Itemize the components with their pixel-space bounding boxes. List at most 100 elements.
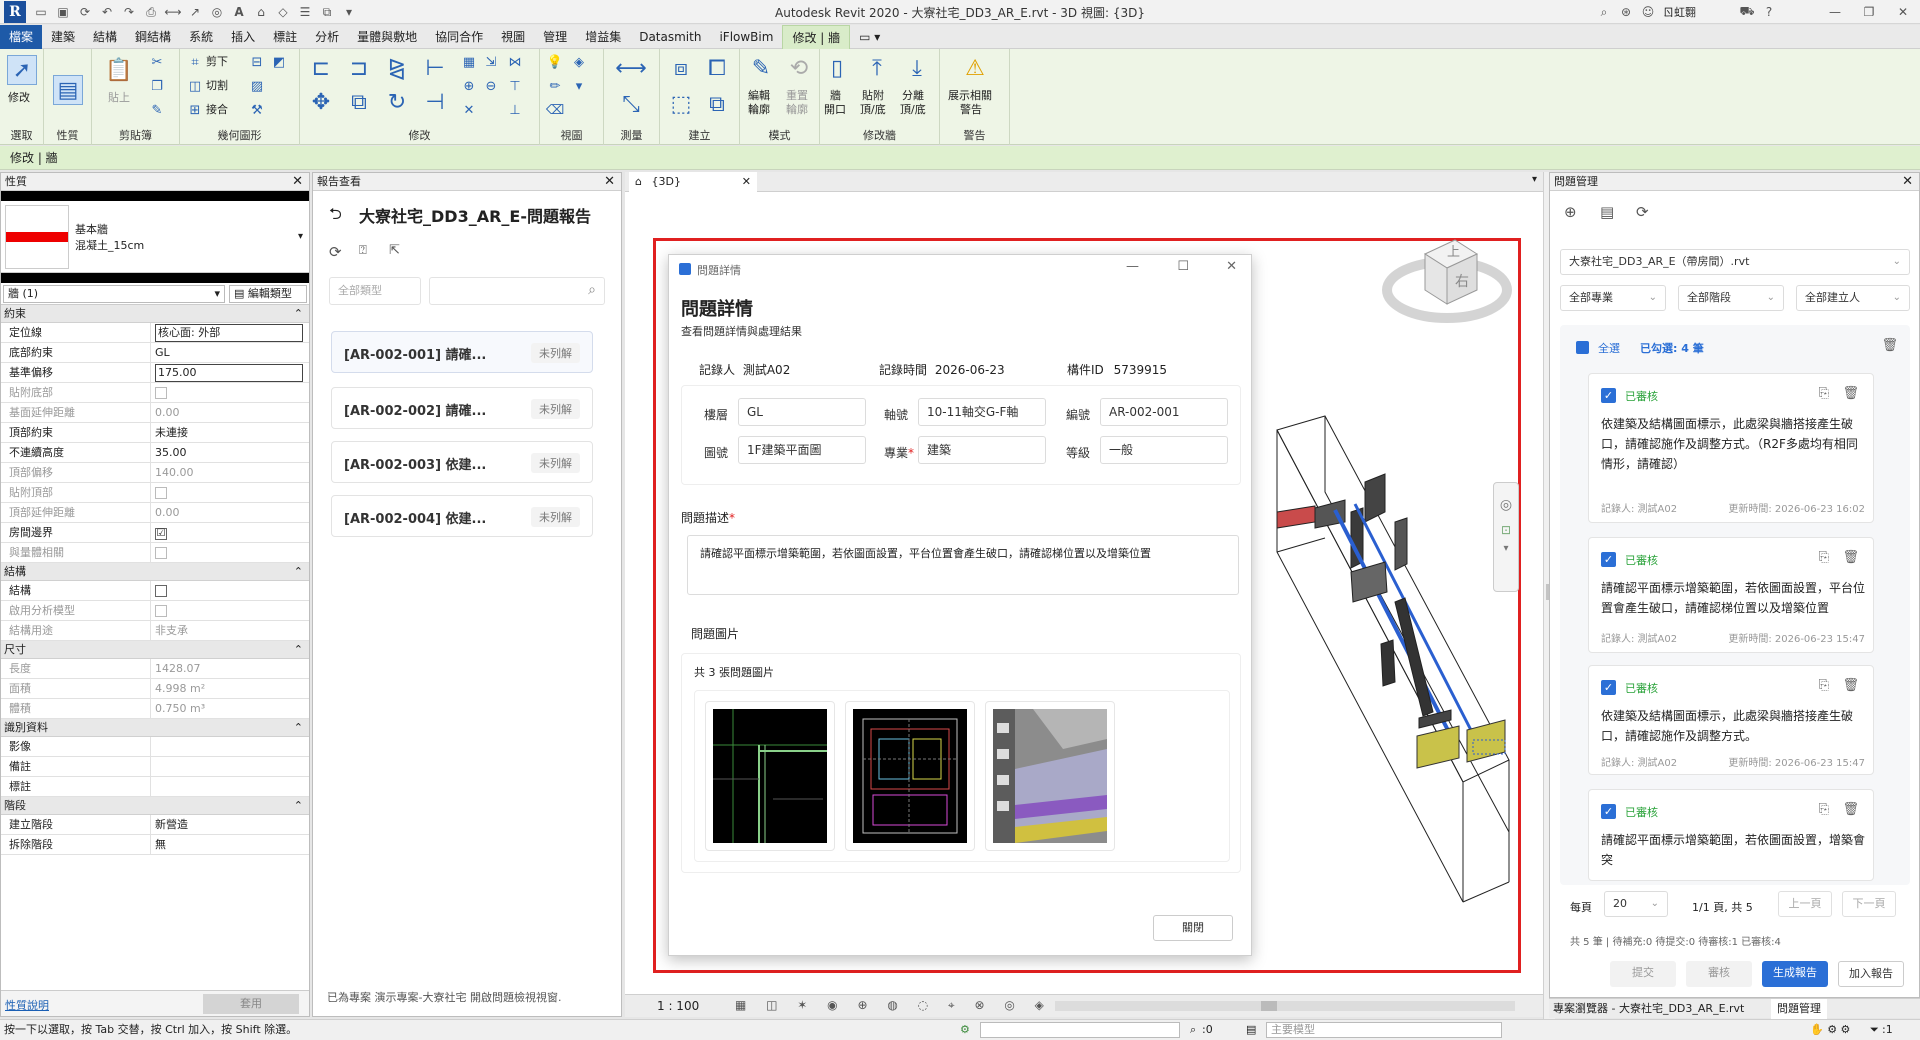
close-icon[interactable]: ✕ [1888, 3, 1918, 21]
report-info-icon[interactable]: ⍰ [359, 243, 367, 258]
save-icon[interactable]: ▣ [54, 3, 72, 21]
copy-element-icon[interactable]: ⧉ [344, 87, 374, 117]
report-item[interactable]: [AR-002-002] 請確... 未列解 [331, 387, 593, 429]
edit-type-button[interactable]: ▤ 編輯類型 [229, 285, 307, 303]
tab-datasmith[interactable]: Datasmith [630, 25, 710, 49]
tab-modify-wall[interactable]: 修改 | 牆 [782, 24, 851, 49]
filter-icon[interactable]: ⏷ [1870, 1020, 1879, 1040]
type-dropdown-icon[interactable]: ▾ [298, 231, 303, 242]
discipline-field[interactable]: 建築 [918, 436, 1046, 464]
worksets-icon[interactable]: ⚙ [960, 1020, 970, 1040]
trim-single-icon[interactable]: ⊤ [506, 77, 524, 95]
property-value[interactable]: 未連接 [155, 426, 188, 439]
view-tab-close-icon[interactable]: ✕ [742, 172, 751, 192]
issue-card-checkbox[interactable]: ✓ [1601, 552, 1616, 567]
issue-card-checkbox[interactable]: ✓ [1601, 804, 1616, 819]
create-assembly-icon[interactable]: ⧈ [666, 53, 696, 83]
user-name[interactable]: ㄖ虹翾 [1663, 4, 1696, 20]
issue-card-copy-icon[interactable]: ⎘ [1819, 386, 1829, 401]
tab-architecture[interactable]: 建築 [42, 25, 84, 49]
paste-icon[interactable]: 📋 [104, 55, 134, 85]
type-selector[interactable]: 基本牆 混凝土_15cm ▾ [1, 201, 309, 273]
issue-manager-close-icon[interactable]: ✕ [1902, 173, 1913, 191]
property-section-header[interactable]: 約束 ⌃ [1, 305, 309, 323]
apply-button[interactable]: 套用 [203, 994, 299, 1014]
join-icon[interactable]: ⊞ [186, 101, 204, 119]
tab-annotate[interactable]: 標註 [264, 25, 306, 49]
workset-select[interactable] [980, 1022, 1180, 1038]
dimension-icon[interactable]: ↗ [186, 3, 204, 21]
cart-icon[interactable]: ⛟ [1738, 3, 1756, 21]
section-collapse-icon[interactable]: ⌃ [294, 305, 303, 322]
project-file-select[interactable]: 大寮社宅_DD3_AR_E（帶房間）.rvt ⌄ [1560, 249, 1910, 275]
tab-analyze[interactable]: 分析 [306, 25, 348, 49]
property-value[interactable]: GL [155, 346, 170, 359]
section-collapse-icon[interactable]: ⌃ [294, 563, 303, 580]
sync-icon[interactable]: ⟳ [76, 3, 94, 21]
dialog-minimize-icon[interactable]: — [1126, 259, 1139, 274]
issue-card-delete-icon[interactable]: 🗑 [1842, 550, 1859, 565]
design-option-select[interactable]: 主要模型 [1266, 1022, 1502, 1038]
copy-icon[interactable]: ❐ [148, 77, 166, 95]
qat-dropdown-icon[interactable]: ▾ [340, 3, 358, 21]
detach-top-base-icon[interactable]: ⤓ [902, 53, 932, 83]
reset-profile-icon[interactable]: ⟲ [784, 53, 814, 83]
refresh-icon[interactable]: ⟳ [329, 243, 342, 261]
back-icon[interactable]: ⮌ [329, 203, 342, 230]
issue-image-thumb[interactable] [985, 701, 1115, 851]
issue-card[interactable]: ✓ 已審核 ⎘ 🗑 請確認平面標示增築範圍，若依圖面設置，增築會突 [1588, 789, 1874, 881]
report-search-input[interactable]: ⌕ [429, 277, 605, 305]
property-checkbox[interactable] [155, 585, 167, 597]
steering-wheel-icon[interactable]: ◎ [1494, 497, 1518, 513]
view-scale[interactable]: 1 : 100 [657, 999, 699, 1013]
user-icon[interactable]: ☺ [1639, 3, 1657, 21]
minimize-icon[interactable]: — [1820, 3, 1850, 21]
split-gap-icon[interactable]: ⋈ [506, 53, 524, 71]
instance-filter[interactable]: 牆 (1) ▾ [3, 285, 225, 303]
tab-insert[interactable]: 插入 [222, 25, 264, 49]
binoculars-icon[interactable]: ⊛ [1617, 3, 1635, 21]
tab-view[interactable]: 視圖 [492, 25, 534, 49]
scale-icon[interactable]: ⇲ [482, 53, 500, 71]
design-options-icon[interactable]: ▤ [1246, 1020, 1256, 1040]
array-icon[interactable]: ▦ [460, 53, 478, 71]
report-close-icon[interactable]: ✕ [604, 173, 615, 191]
issue-card[interactable]: ✓ 已審核 ⎘ 🗑 依建築及結構圖面標示，此處梁與牆搭接產生破口，請確認施作及調… [1588, 665, 1874, 775]
hide-icon[interactable]: 💡 [546, 53, 564, 71]
issue-card-copy-icon[interactable]: ⎘ [1819, 678, 1829, 693]
issue-add-icon[interactable]: ⊕ [1564, 203, 1577, 221]
report-item[interactable]: [AR-002-004] 依建... 未列解 [331, 495, 593, 537]
floor-field[interactable]: GL [738, 398, 866, 426]
property-checkbox[interactable]: ☑ [155, 528, 167, 540]
group-select-label[interactable]: 選取 [0, 127, 43, 143]
property-value[interactable]: 175.00 [155, 364, 303, 382]
open-icon[interactable]: ▭ [32, 3, 50, 21]
match-type-icon[interactable]: ✎ [148, 101, 166, 119]
description-textarea[interactable]: 請確認平面標示增築範圍，若依圖面設置，平台位置會產生破口，請確認梯位置以及增築位… [687, 535, 1239, 595]
issue-card[interactable]: ✓ 已審核 ⎘ 🗑 請確認平面標示增築範圍，若依圖面設置，平台位置會產生破口，請… [1588, 537, 1874, 653]
measure-icon[interactable]: ⟷ [164, 3, 182, 21]
level-field[interactable]: 一般 [1100, 436, 1228, 464]
property-checkbox[interactable] [155, 547, 167, 559]
add-to-report-button[interactable]: 加入報告 [1838, 961, 1904, 987]
horizontal-scrollbar[interactable] [1055, 1001, 1515, 1011]
warning-icon[interactable]: ⚠ [960, 53, 990, 83]
create-parts-icon[interactable]: ⧠ [702, 53, 732, 83]
section-collapse-icon[interactable]: ⌃ [294, 641, 303, 658]
mirror-icon[interactable]: ⧎ [382, 53, 412, 83]
delete-x-icon[interactable]: ✕ [460, 101, 478, 119]
tab-issue-manager[interactable]: 問題管理 [1771, 999, 1827, 1019]
section-collapse-icon[interactable]: ⌃ [294, 719, 303, 736]
paint-icon[interactable]: ▨ [248, 77, 266, 95]
edit-profile-icon[interactable]: ✎ [746, 53, 776, 83]
property-checkbox[interactable] [155, 487, 167, 499]
dialog-maximize-icon[interactable]: ☐ [1177, 259, 1189, 274]
tab-file[interactable]: 檔案 [0, 24, 43, 49]
issue-card-delete-icon[interactable]: 🗑 [1842, 802, 1859, 817]
type-filter-select[interactable]: 全部類型 [329, 277, 421, 305]
attach-top-base-icon[interactable]: ⤒ [862, 53, 892, 83]
cut-geometry-label[interactable]: 切割 [206, 79, 228, 93]
modify-cursor-icon[interactable]: ➚ [7, 55, 37, 85]
tab-steel[interactable]: 鋼結構 [126, 25, 180, 49]
property-value[interactable]: 無 [155, 838, 166, 851]
